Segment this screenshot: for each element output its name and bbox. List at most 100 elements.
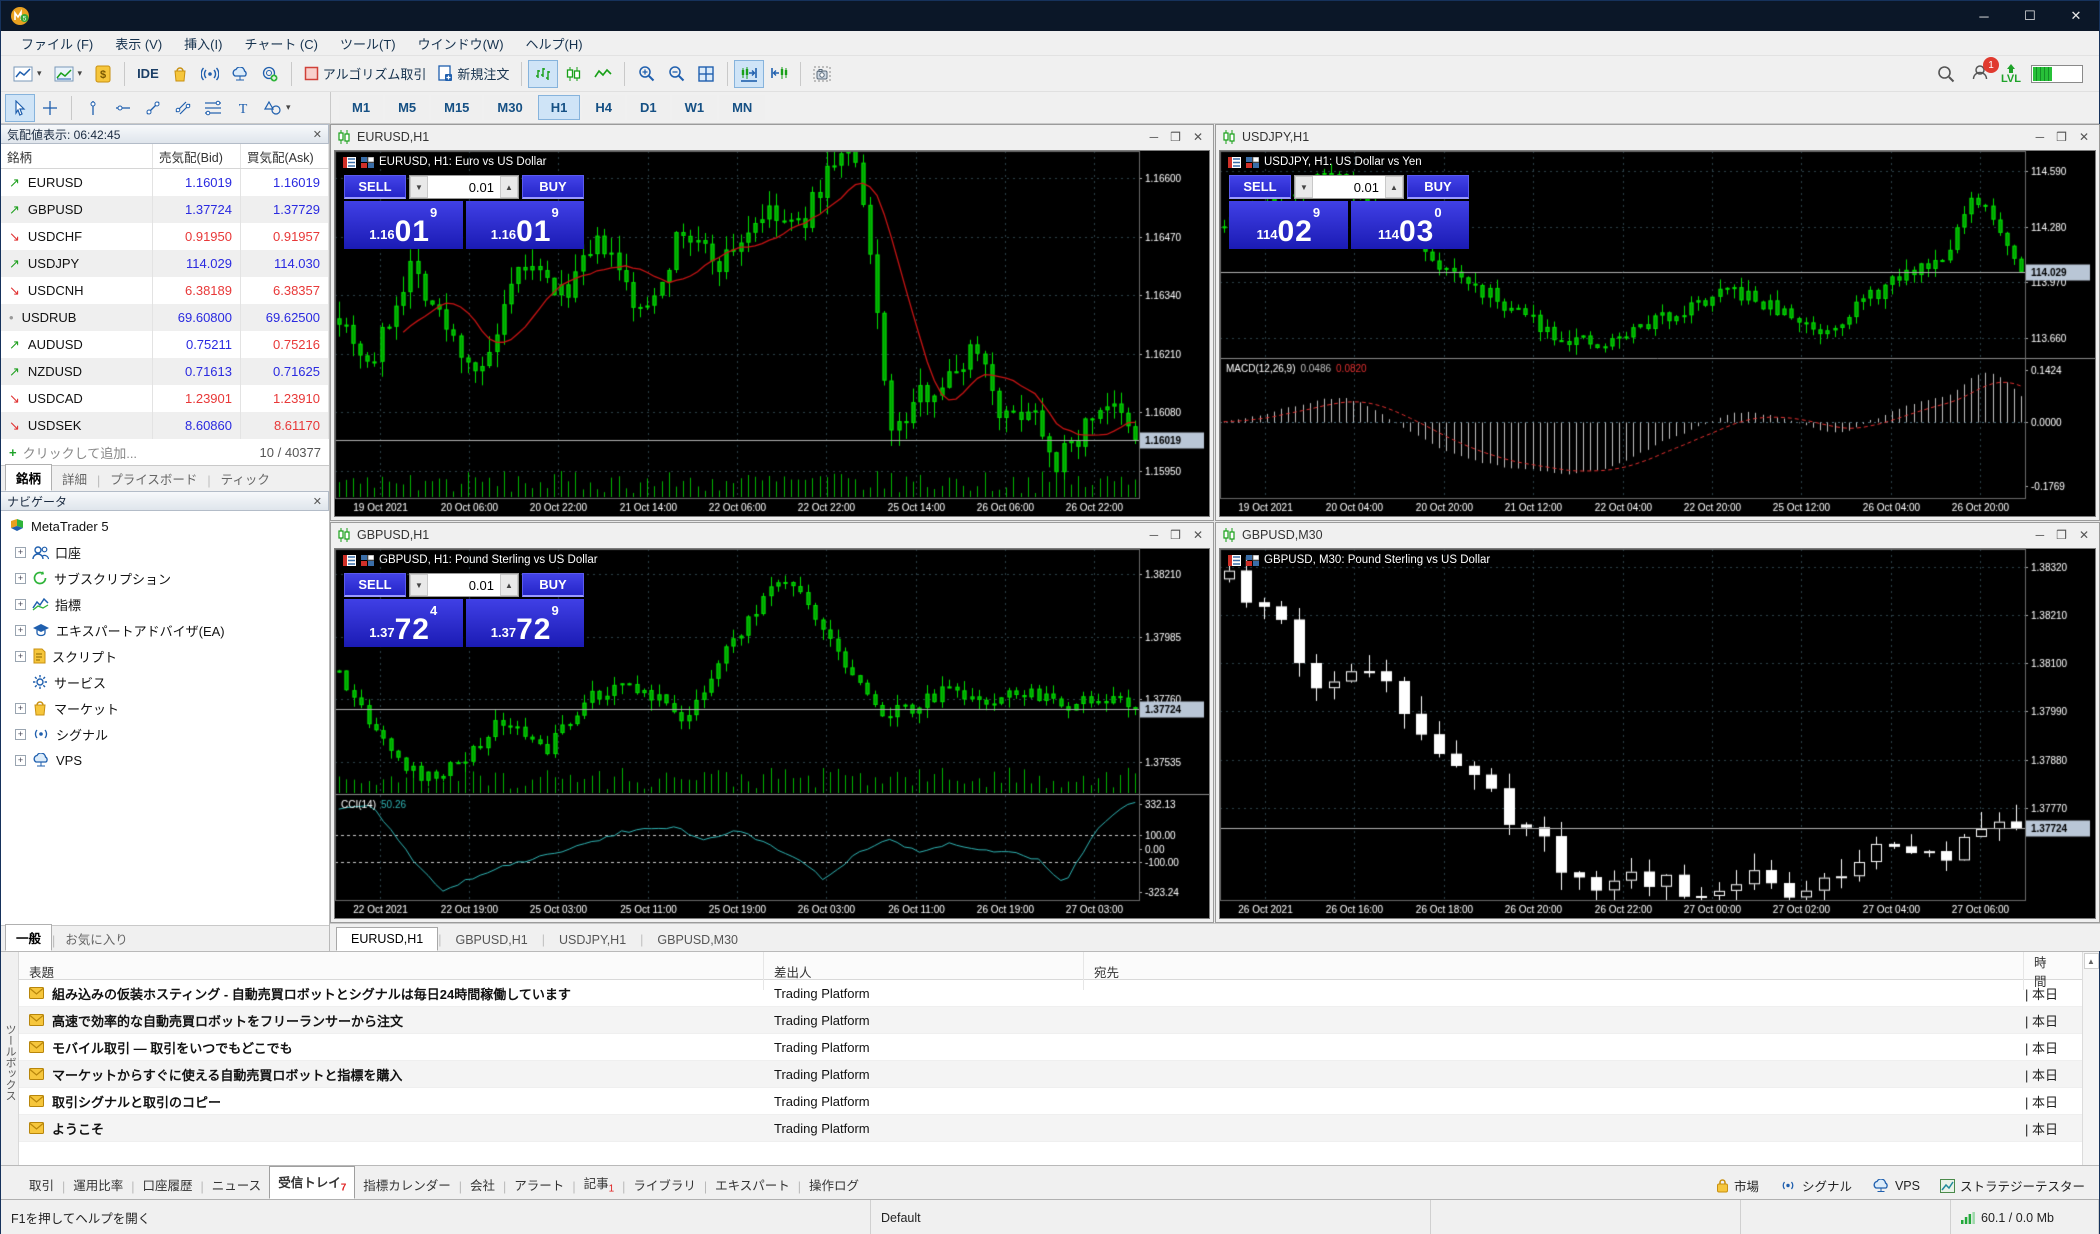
status-profile[interactable]: Default: [871, 1200, 1431, 1234]
menu-item-0[interactable]: ファイル (F): [11, 32, 103, 55]
timeframe-m15[interactable]: M15: [431, 95, 483, 120]
crosshair-button[interactable]: [35, 94, 65, 122]
sell-button[interactable]: SELL: [344, 573, 406, 597]
column-header-0[interactable]: 銘柄: [1, 144, 153, 168]
expand-plus-icon[interactable]: +: [15, 598, 26, 610]
signal-shortcut[interactable]: シグナル: [1779, 1176, 1852, 1195]
timeframe-w1[interactable]: W1: [671, 95, 718, 120]
column-header-1[interactable]: 売気配(Bid): [153, 144, 241, 168]
expand-plus-icon[interactable]: +: [15, 650, 26, 662]
financial-dollar-button[interactable]: $: [88, 60, 118, 88]
bars-chart-button[interactable]: [528, 59, 559, 88]
chart-minimize-button[interactable]: ─: [1150, 528, 1159, 542]
sell-button[interactable]: SELL: [1229, 175, 1291, 199]
volume-down-button[interactable]: ▼: [410, 574, 428, 596]
ide-button[interactable]: IDE: [131, 60, 165, 88]
chart-maximize-button[interactable]: ❒: [1170, 528, 1181, 542]
market-bag-button[interactable]: [165, 60, 195, 88]
chart-maximize-button[interactable]: ❒: [1170, 130, 1181, 144]
horizontal-line-button[interactable]: [108, 94, 138, 122]
expand-plus-icon[interactable]: +: [15, 702, 26, 714]
inbox-row-3[interactable]: マーケットからすぐに使える自動売買ロボットと指標を購入 Trading Platf…: [19, 1061, 2082, 1088]
navigator-item-indicators[interactable]: + 指標: [1, 591, 329, 617]
market-watch-close-icon[interactable]: ✕: [313, 128, 322, 141]
navigator-item-subscriptions[interactable]: + サブスクリプション: [1, 565, 329, 591]
chart-minimize-button[interactable]: ─: [1150, 130, 1159, 144]
inbox-row-5[interactable]: ようこそ Trading Platform 12:26 | 本日: [19, 1115, 2082, 1142]
navigator-item-signals[interactable]: + シグナル: [1, 721, 329, 747]
buy-price-panel[interactable]: 1.16 01 9: [465, 201, 584, 249]
chart-close-button[interactable]: ✕: [2079, 130, 2089, 144]
navigator-root[interactable]: MetaTrader 5: [1, 513, 329, 539]
toolbox-tab-4[interactable]: 受信トレイ7: [269, 1165, 356, 1199]
inbox-row-2[interactable]: モバイル取引 — 取引をいつでもどこでも Trading Platform 12:2…: [19, 1034, 2082, 1061]
buy-button[interactable]: BUY: [1407, 175, 1469, 199]
menu-item-5[interactable]: ウインドウ(W): [408, 32, 514, 55]
symbol-row-usdcnh[interactable]: ↘ USDCNH 6.38189 6.38357: [1, 277, 329, 304]
toolbox-tab-0[interactable]: 取引: [21, 1170, 62, 1199]
vps-cloud-button[interactable]: [225, 60, 255, 88]
market-watch-tab-1[interactable]: 詳細: [52, 466, 97, 491]
navigator-item-market[interactable]: + マーケット: [1, 695, 329, 721]
symbol-row-usdchf[interactable]: ↘ USDCHF 0.91950 0.91957: [1, 223, 329, 250]
vertical-line-button[interactable]: [78, 94, 108, 122]
navigator-tab-0[interactable]: 一般: [5, 924, 53, 951]
chart-plot-area[interactable]: EURUSD, H1: Euro vs US Dollar SELL ▼ 0.01 ▲ B…: [334, 150, 1210, 517]
expand-plus-icon[interactable]: +: [15, 728, 26, 740]
candles-chart-button[interactable]: [558, 60, 588, 88]
chart-plot-area[interactable]: GBPUSD, H1: Pound Sterling vs US Dollar S…: [334, 548, 1210, 919]
toolbox-tab-7[interactable]: アラート: [506, 1170, 572, 1199]
algo-trading-button[interactable]: アルゴリズム取引: [298, 60, 433, 88]
chart-window-titlebar[interactable]: GBPUSD,M30 ─ ❒ ✕: [1216, 523, 2099, 547]
radar-add-button[interactable]: [255, 60, 285, 88]
sell-price-panel[interactable]: 1.37 72 4: [344, 599, 463, 647]
symbol-row-usdrub[interactable]: • USDRUB 69.60800 69.62500: [1, 304, 329, 331]
buy-price-panel[interactable]: 1.37 72 9: [465, 599, 584, 647]
expand-plus-icon[interactable]: +: [15, 624, 26, 636]
new-order-button[interactable]: 新規注文: [432, 60, 515, 88]
navigator-tab-1[interactable]: お気に入り: [55, 926, 138, 951]
toolbox-tab-11[interactable]: 操作ログ: [801, 1170, 867, 1199]
level-indicator[interactable]: LVL: [2001, 63, 2021, 84]
chart-maximize-button[interactable]: ❒: [2056, 130, 2067, 144]
symbol-row-usdcad[interactable]: ↘ USDCAD 1.23901 1.23910: [1, 385, 329, 412]
zoom-out-button[interactable]: [661, 60, 691, 88]
shapes-button[interactable]: ▾: [258, 94, 297, 122]
trend-line-button[interactable]: [138, 94, 168, 122]
window-minimize-button[interactable]: ─: [1961, 1, 2007, 31]
timeframe-h4[interactable]: H4: [582, 95, 625, 120]
toolbox-tab-10[interactable]: エキスパート: [707, 1170, 798, 1199]
chart-tab-eurusd-h1[interactable]: EURUSD,H1: [336, 927, 439, 951]
timeframe-m1[interactable]: M1: [339, 95, 384, 120]
sell-button[interactable]: SELL: [344, 175, 406, 199]
chart-minimize-button[interactable]: ─: [2036, 528, 2045, 542]
symbol-row-audusd[interactable]: ↗ AUDUSD 0.75211 0.75216: [1, 331, 329, 358]
column-header-2[interactable]: 買気配(Ask): [241, 144, 329, 168]
chart-close-button[interactable]: ✕: [1193, 528, 1203, 542]
chart-window-titlebar[interactable]: EURUSD,H1 ─ ❒ ✕: [331, 125, 1213, 149]
tester-shortcut[interactable]: ストラテジーテスター: [1939, 1176, 2085, 1195]
scroll-up-icon[interactable]: ▲: [2083, 953, 2099, 969]
chart-popup-button[interactable]: ▾: [7, 60, 48, 88]
volume-down-button[interactable]: ▼: [1295, 176, 1313, 198]
chart-window-titlebar[interactable]: GBPUSD,H1 ─ ❒ ✕: [331, 523, 1213, 547]
chart-tab-gbpusd-h1[interactable]: GBPUSD,H1: [442, 929, 542, 951]
timeframe-m30[interactable]: M30: [484, 95, 536, 120]
search-button[interactable]: [1931, 60, 1961, 88]
channel-button[interactable]: [168, 94, 198, 122]
expand-plus-icon[interactable]: +: [15, 754, 26, 766]
chart-close-button[interactable]: ✕: [2079, 528, 2089, 542]
inbox-row-4[interactable]: 取引シグナルと取引のコピー Trading Platform 12:26 | 本日: [19, 1088, 2082, 1115]
volume-up-button[interactable]: ▲: [500, 574, 518, 596]
text-tool-button[interactable]: T: [228, 94, 258, 122]
buy-button[interactable]: BUY: [522, 175, 584, 199]
market-watch-tab-2[interactable]: プライスボード: [100, 466, 207, 491]
symbol-row-usdsek[interactable]: ↘ USDSEK 8.60860 8.61170: [1, 412, 329, 439]
chart-plot-area[interactable]: USDJPY, H1: US Dollar vs Yen SELL ▼ 0.01 ▲ BU…: [1219, 150, 2096, 517]
timeframe-d1[interactable]: D1: [626, 95, 670, 120]
volume-down-button[interactable]: ▼: [410, 176, 428, 198]
chart-tab-usdjpy-h1[interactable]: USDJPY,H1: [545, 929, 640, 951]
symbol-row-nzdusd[interactable]: ↗ NZDUSD 0.71613 0.71625: [1, 358, 329, 385]
tile-windows-button[interactable]: [691, 60, 721, 88]
community-button[interactable]: 1: [1971, 57, 2000, 84]
